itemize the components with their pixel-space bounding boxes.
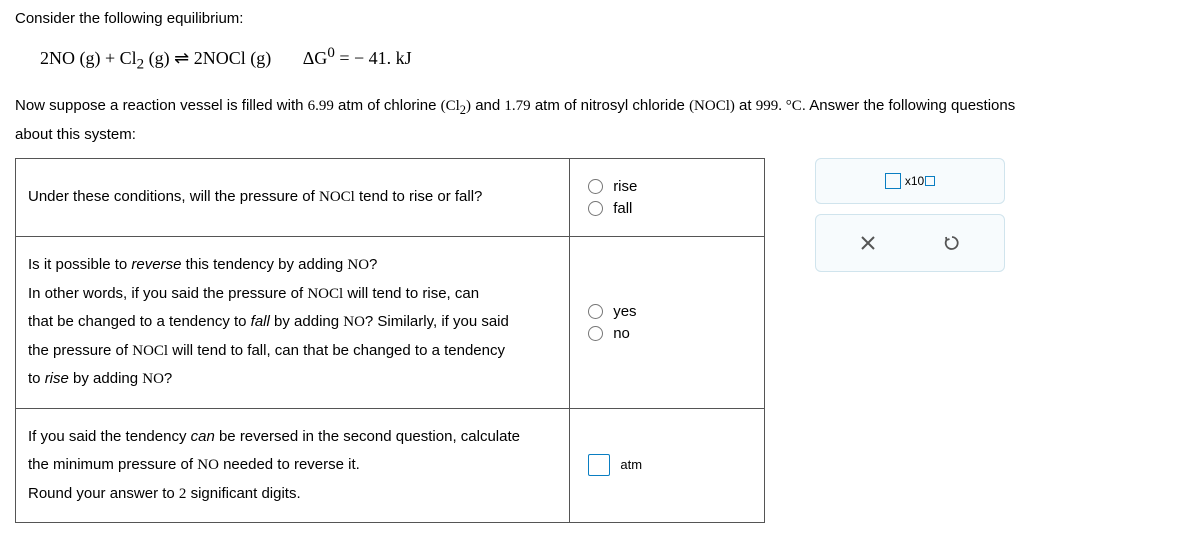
radio-fall[interactable]	[588, 201, 603, 216]
q1-text: Under these conditions, will the pressur…	[16, 159, 570, 237]
label-rise: rise	[613, 178, 637, 195]
table-row: Under these conditions, will the pressur…	[16, 159, 765, 237]
q3-text: If you said the tendency can be reversed…	[16, 408, 570, 523]
answer-input[interactable]	[588, 454, 610, 476]
undo-icon	[943, 234, 961, 252]
table-row: Is it possible to reverse this tendency …	[16, 237, 765, 409]
reset-button[interactable]	[934, 225, 970, 261]
sci-notation-button[interactable]: x10	[815, 158, 1005, 204]
label-no: no	[613, 325, 630, 342]
label-fall: fall	[613, 200, 632, 217]
q2-text: Is it possible to reverse this tendency …	[16, 237, 570, 409]
square-icon	[885, 173, 901, 189]
radio-rise[interactable]	[588, 179, 603, 194]
context-text: Now suppose a reaction vessel is filled …	[15, 92, 1185, 149]
x10-label: x10	[905, 174, 924, 188]
square-sup-icon	[925, 176, 935, 186]
questions-table: Under these conditions, will the pressur…	[15, 158, 765, 523]
equilibrium-equation: 2NO (g) + Cl2 (g) ⇌ 2NOCl (g) ΔG0 = − 41…	[40, 45, 1185, 74]
intro-text: Consider the following equilibrium:	[15, 10, 1185, 27]
radio-no[interactable]	[588, 326, 603, 341]
side-panel: x10	[815, 158, 1005, 272]
label-yes: yes	[613, 303, 636, 320]
unit-label: atm	[620, 457, 642, 472]
close-icon	[860, 235, 876, 251]
clear-button[interactable]	[850, 225, 886, 261]
radio-yes[interactable]	[588, 304, 603, 319]
table-row: If you said the tendency can be reversed…	[16, 408, 765, 523]
